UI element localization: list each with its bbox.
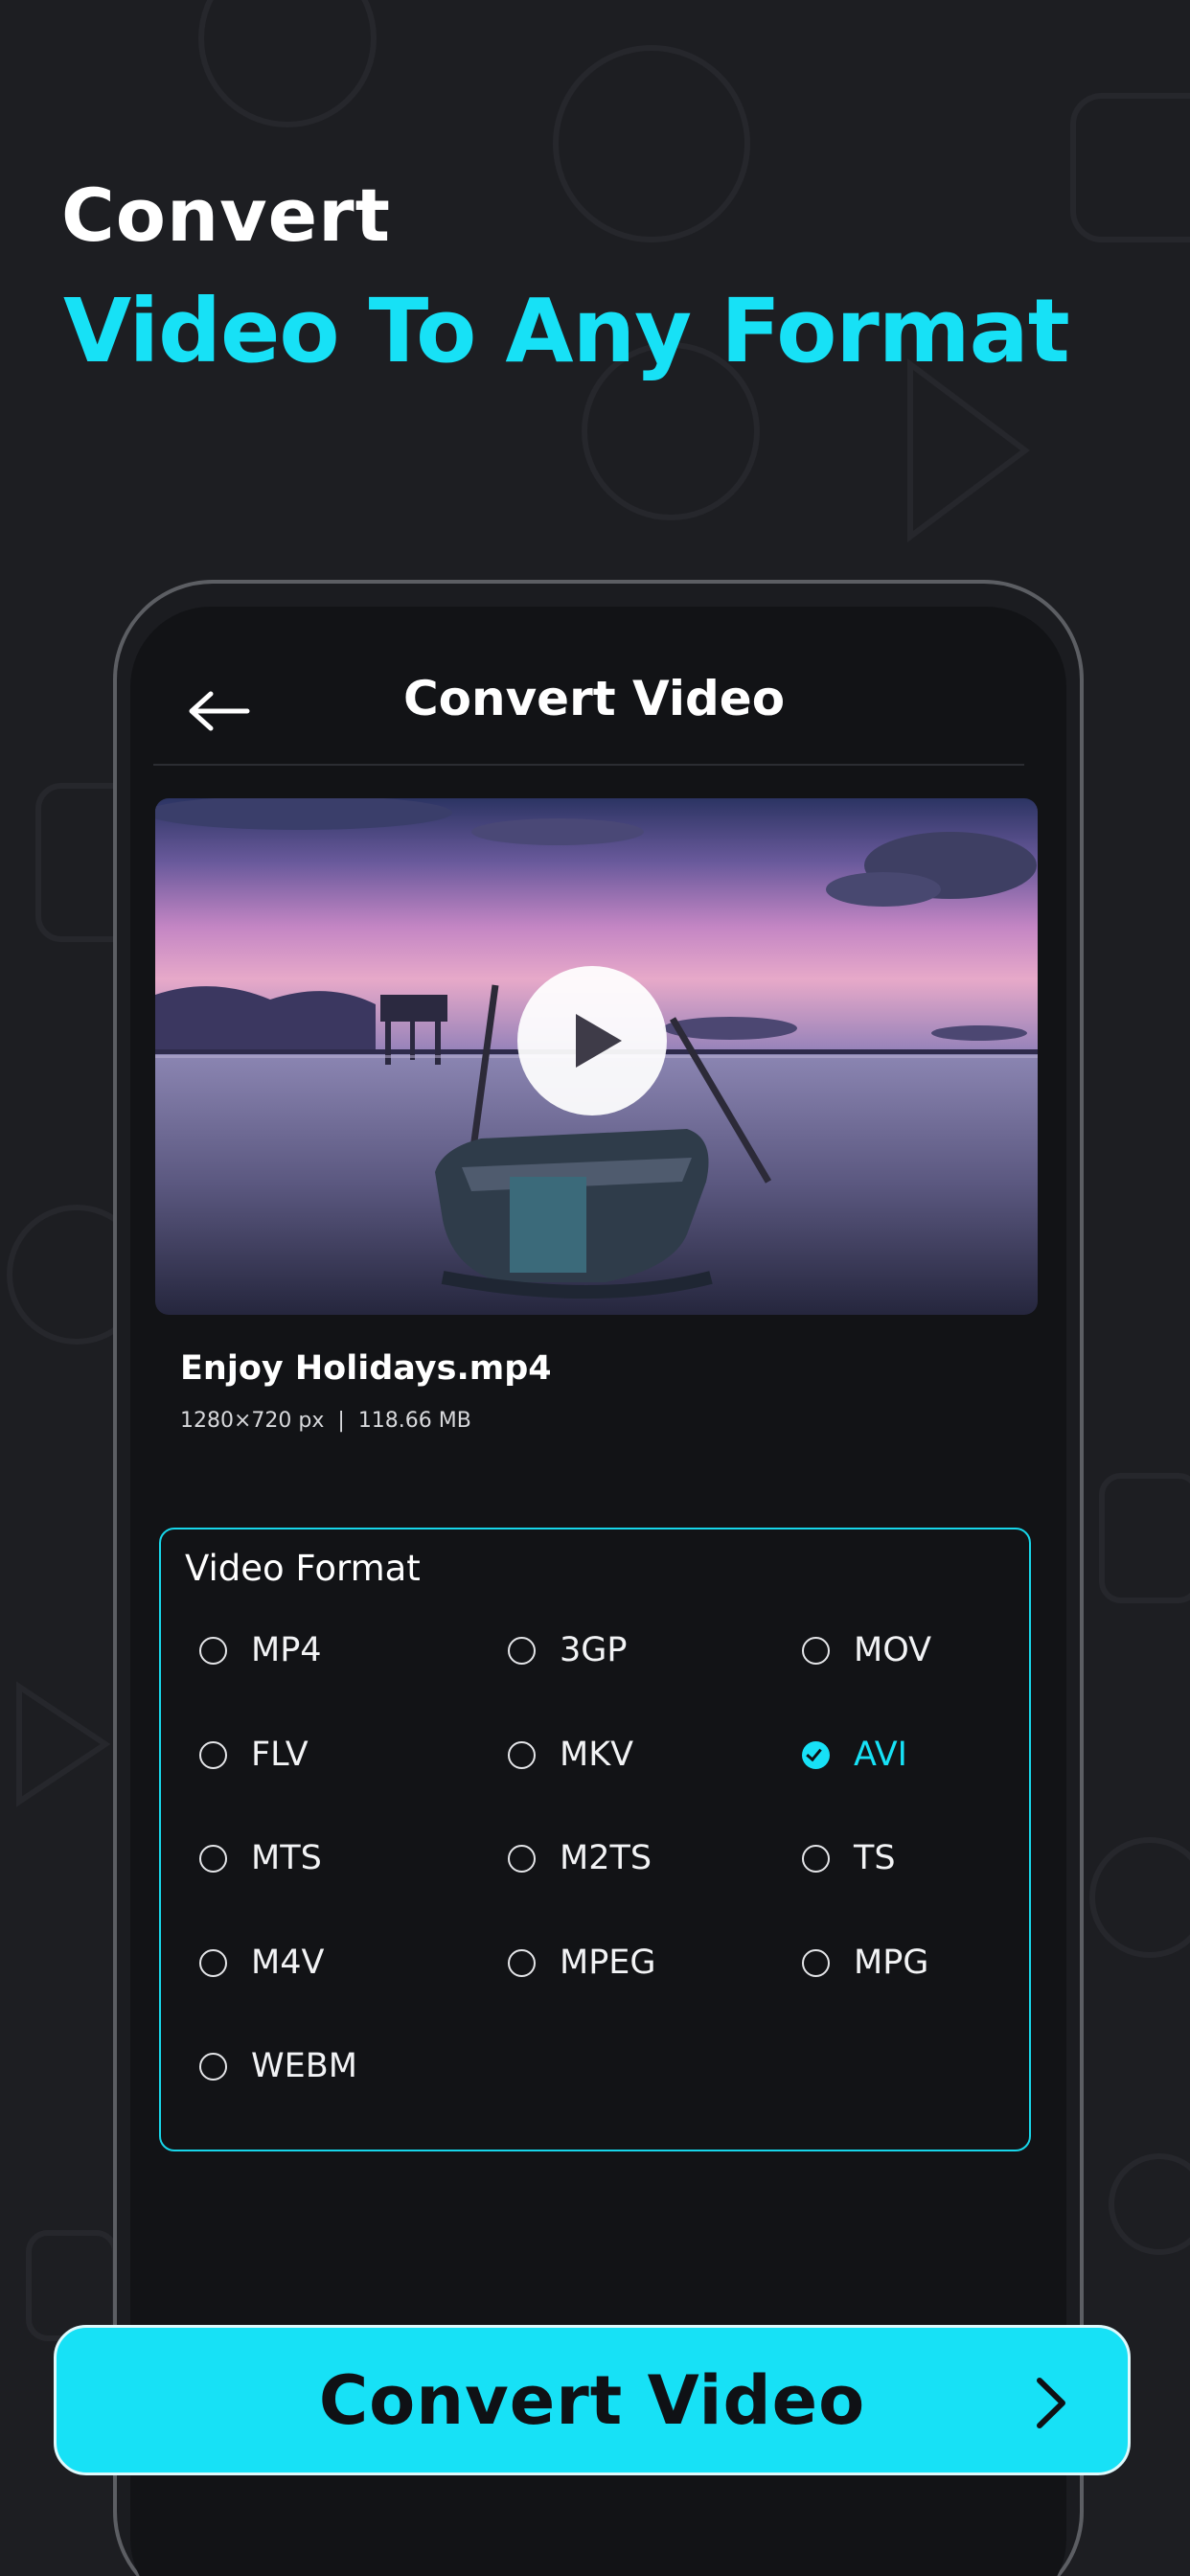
radio-button[interactable]	[508, 1636, 536, 1665]
radio-button[interactable]	[802, 1844, 830, 1873]
chevron-right-icon	[1037, 2378, 1065, 2428]
radio-button[interactable]	[802, 1636, 830, 1665]
format-option-mts[interactable]: MTS	[199, 1834, 322, 1882]
convert-video-button[interactable]: Convert Video	[54, 2325, 1131, 2475]
format-option-mpg[interactable]: MPG	[802, 1939, 928, 1987]
format-option-label: TS	[854, 1839, 896, 1877]
format-option-label: WEBM	[251, 2047, 357, 2085]
radio-button[interactable]	[199, 1636, 227, 1665]
format-option-ts[interactable]: TS	[802, 1834, 896, 1882]
format-option-mov[interactable]: MOV	[802, 1626, 931, 1674]
radio-button-checked[interactable]	[802, 1740, 830, 1769]
arrow-left-icon[interactable]	[188, 690, 251, 732]
radio-button[interactable]	[802, 1948, 830, 1977]
format-option-label: FLV	[251, 1736, 309, 1774]
radio-button[interactable]	[508, 1948, 536, 1977]
format-option-label: MPEG	[560, 1944, 656, 1982]
format-option-label: MKV	[560, 1736, 634, 1774]
format-option-3gp[interactable]: 3GP	[508, 1626, 628, 1674]
check-icon	[806, 1744, 822, 1761]
format-option-label: MPG	[854, 1944, 929, 1982]
radio-button[interactable]	[199, 1740, 227, 1769]
format-option-label: MOV	[854, 1631, 932, 1669]
file-name: Enjoy Holidays.mp4	[180, 1349, 552, 1388]
convert-button-label: Convert Video	[318, 2360, 866, 2440]
format-option-label: 3GP	[560, 1631, 628, 1669]
format-option-label: MTS	[251, 1839, 322, 1877]
format-option-flv[interactable]: FLV	[199, 1731, 309, 1779]
format-option-avi[interactable]: AVI	[802, 1731, 907, 1779]
header-divider	[153, 764, 1024, 766]
format-option-label: M4V	[251, 1944, 325, 1982]
radio-button[interactable]	[199, 1844, 227, 1873]
format-option-m4v[interactable]: M4V	[199, 1939, 324, 1987]
radio-button[interactable]	[199, 2052, 227, 2081]
format-option-webm[interactable]: WEBM	[199, 2042, 357, 2090]
format-option-label: MP4	[251, 1631, 322, 1669]
file-resolution: 1280×720 px	[180, 1409, 325, 1433]
format-panel-title: Video Format	[185, 1548, 421, 1589]
format-option-mp4[interactable]: MP4	[199, 1626, 322, 1674]
hero-title: Convert	[61, 172, 391, 258]
screen-title: Convert Video	[402, 671, 786, 726]
play-button[interactable]	[517, 966, 667, 1116]
format-option-mkv[interactable]: MKV	[508, 1731, 633, 1779]
format-option-label: M2TS	[560, 1839, 652, 1877]
format-option-label: AVI	[854, 1736, 907, 1774]
radio-button[interactable]	[508, 1844, 536, 1873]
format-option-mpeg[interactable]: MPEG	[508, 1939, 656, 1987]
file-size: 118.66 MB	[357, 1409, 471, 1433]
radio-button[interactable]	[199, 1948, 227, 1977]
hero-subtitle: Video To Any Format	[63, 280, 1070, 382]
radio-button[interactable]	[508, 1740, 536, 1769]
format-option-m2ts[interactable]: M2TS	[508, 1834, 652, 1882]
meta-separator: |	[337, 1409, 345, 1433]
play-icon	[576, 1014, 622, 1068]
file-meta: 1280×720 px | 118.66 MB	[180, 1409, 471, 1433]
